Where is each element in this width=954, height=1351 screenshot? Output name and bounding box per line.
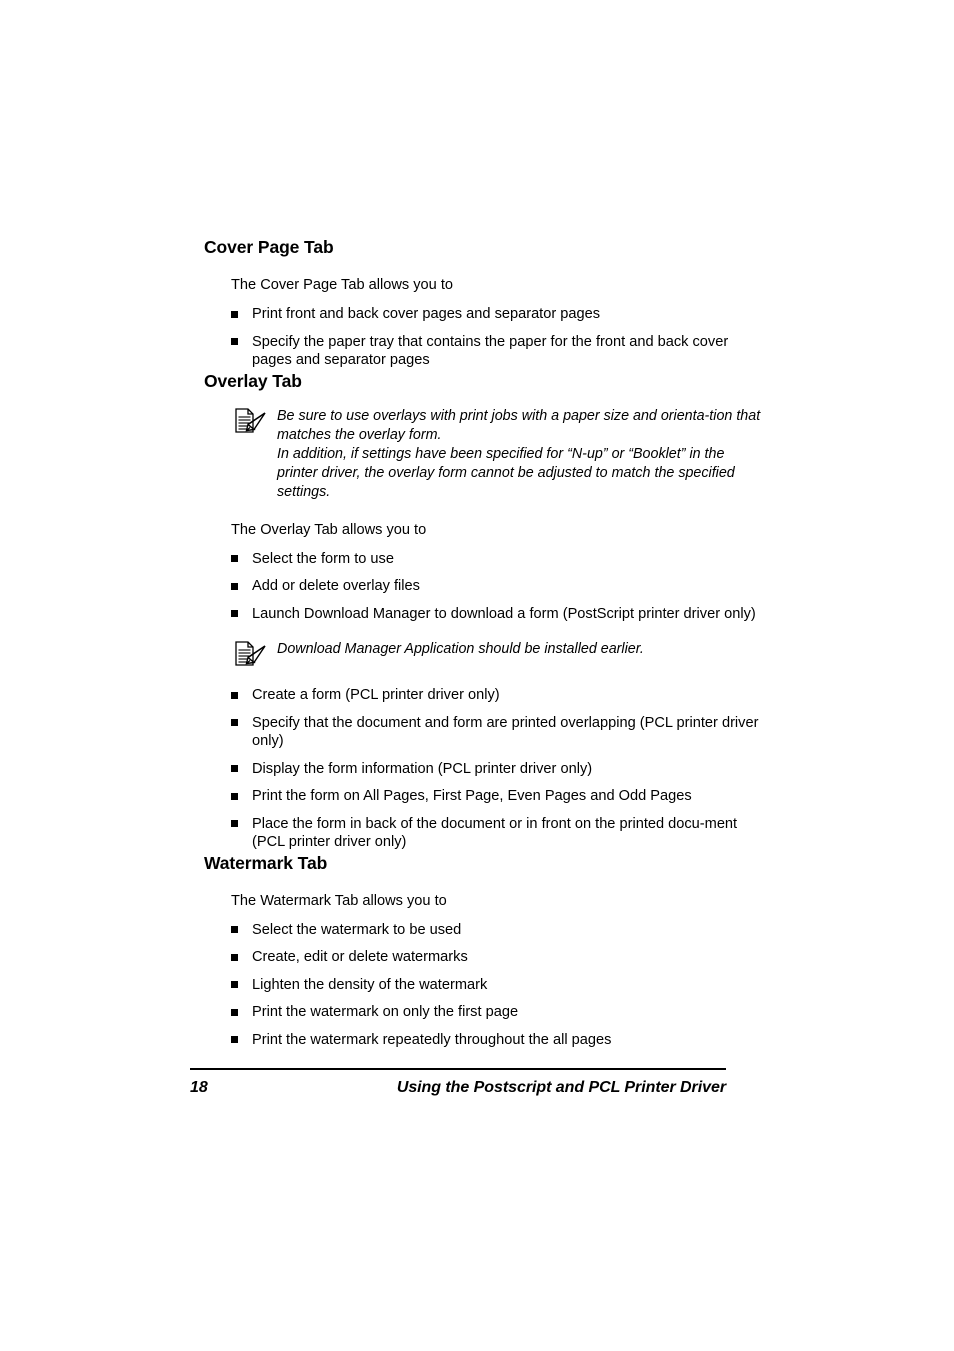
square-bullet-icon [231, 1036, 238, 1044]
list-item-label: Specify that the document and form are p… [252, 714, 759, 750]
list-item-label: Launch Download Manager to download a fo… [252, 605, 756, 622]
list-item-label: Specify the paper tray that contains the… [252, 333, 729, 369]
list-item: Print front and back cover pages and sep… [231, 305, 764, 324]
bullet-list-watermark-tab: Select the watermark to be used Create, … [231, 921, 764, 1050]
square-bullet-icon [231, 338, 238, 345]
intro-watermark-tab: The Watermark Tab allows you to [231, 892, 447, 909]
square-bullet-icon [231, 1008, 238, 1016]
square-bullet-icon [231, 792, 238, 800]
square-bullet-icon [231, 719, 238, 727]
list-item: Add or delete overlay files [231, 577, 764, 596]
list-item: Create, edit or delete watermarks [231, 948, 764, 967]
page-footer: 18 Using the Postscript and PCL Printer … [190, 1068, 726, 1097]
list-item: Place the form in back of the document o… [231, 815, 764, 852]
footer-row: 18 Using the Postscript and PCL Printer … [190, 1079, 726, 1097]
note-text-line: In addition, if settings have been speci… [277, 445, 735, 501]
list-item: Print the watermark repeatedly throughou… [231, 1031, 764, 1050]
list-item: Print the form on All Pages, First Page,… [231, 787, 764, 806]
square-bullet-icon [231, 582, 238, 590]
intro-overlay-tab: The Overlay Tab allows you to [231, 521, 427, 538]
list-item: Specify the paper tray that contains the… [231, 333, 764, 370]
square-bullet-icon [231, 765, 238, 773]
list-item-label: Create a form (PCL printer driver only) [252, 687, 500, 704]
list-item: Select the watermark to be used [231, 921, 764, 940]
list-item: Lighten the density of the watermark [231, 976, 764, 995]
list-item: Display the form information (PCL printe… [231, 760, 764, 779]
list-item: Specify that the document and form are p… [231, 714, 764, 751]
square-bullet-icon [231, 555, 238, 563]
list-item-label: Print the watermark on only the first pa… [252, 1004, 519, 1021]
square-bullet-icon [231, 820, 238, 828]
list-item-label: Print the watermark repeatedly throughou… [252, 1031, 612, 1048]
document-page: Cover Page Tab The Cover Page Tab allows… [0, 0, 954, 1351]
heading-cover-page-tab: Cover Page Tab [204, 237, 334, 257]
list-item-label: Place the form in back of the document o… [252, 815, 738, 851]
square-bullet-icon [231, 691, 238, 699]
list-item-label: Display the form information (PCL printe… [252, 760, 593, 777]
note-block-download-manager: Download Manager Application should be i… [232, 640, 764, 666]
note-pen-icon [234, 641, 268, 667]
bullet-list-cover-page-tab: Print front and back cover pages and sep… [231, 305, 764, 370]
heading-watermark-tab: Watermark Tab [204, 852, 328, 873]
list-item-label: Select the watermark to be used [252, 921, 462, 938]
list-item-label: Print front and back cover pages and sep… [252, 306, 601, 322]
square-bullet-icon [231, 981, 238, 989]
list-item: Print the watermark on only the first pa… [231, 1003, 764, 1022]
bullet-list-overlay-tab-part1: Select the form to use Add or delete ove… [231, 550, 764, 624]
list-item-label: Select the form to use [252, 550, 394, 567]
heading-overlay-tab: Overlay Tab [204, 370, 302, 391]
bullet-list-overlay-tab-part2: Create a form (PCL printer driver only) … [231, 686, 764, 852]
footer-chapter-title: Using the Postscript and PCL Printer Dri… [396, 1078, 726, 1096]
note-text-line: Download Manager Application should be i… [277, 641, 644, 658]
page-number: 18 [190, 1078, 208, 1096]
list-item-label: Lighten the density of the watermark [252, 976, 488, 993]
intro-cover-page-tab: The Cover Page Tab allows you to [231, 277, 454, 293]
list-item-label: Add or delete overlay files [252, 578, 420, 595]
list-item-label: Print the form on All Pages, First Page,… [252, 788, 692, 805]
list-item: Create a form (PCL printer driver only) [231, 686, 764, 705]
note-block-overlay: Be sure to use overlays with print jobs … [232, 407, 764, 503]
square-bullet-icon [231, 610, 238, 618]
page-content: Cover Page Tab The Cover Page Tab allows… [204, 236, 764, 1049]
list-item: Select the form to use [231, 550, 764, 569]
footer-divider [190, 1068, 726, 1070]
square-bullet-icon [231, 953, 238, 961]
square-bullet-icon [231, 926, 238, 934]
list-item: Launch Download Manager to download a fo… [231, 605, 764, 624]
note-text-line: Be sure to use overlays with print jobs … [277, 407, 761, 443]
note-pen-icon [234, 407, 268, 434]
list-item-label: Create, edit or delete watermarks [252, 949, 468, 966]
square-bullet-icon [231, 310, 238, 318]
